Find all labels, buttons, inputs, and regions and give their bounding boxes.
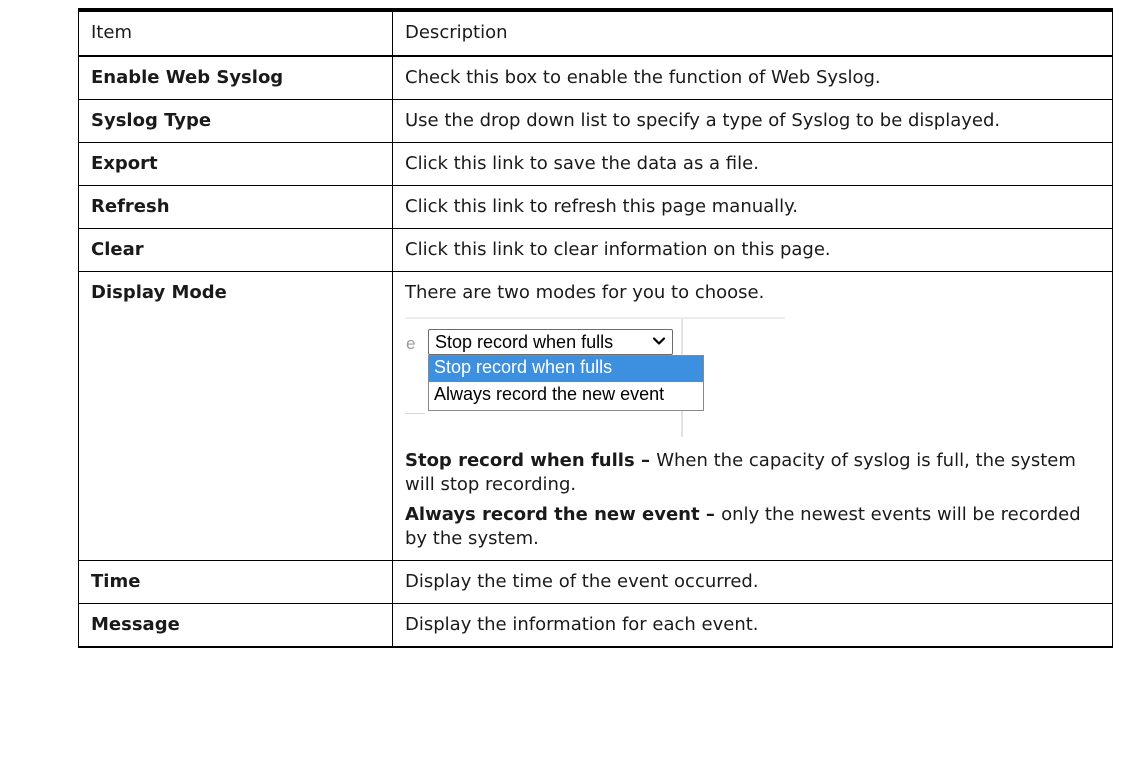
option-stop-record[interactable]: Stop record when fulls bbox=[429, 356, 703, 382]
display-mode-select[interactable]: Stop record when fulls bbox=[428, 329, 673, 355]
display-mode-dropdown-screenshot: e Stop record when fulls Stop record whe… bbox=[405, 315, 785, 441]
dropdown-options-list: Stop record when fulls Always record the… bbox=[428, 355, 704, 411]
chevron-down-icon bbox=[652, 337, 666, 345]
cropped-label-fragment: e bbox=[406, 334, 416, 353]
header-item: Item bbox=[78, 8, 393, 57]
header-description: Description bbox=[392, 8, 1113, 57]
mode-detail-always: Always record the new event – only the n… bbox=[405, 503, 1100, 551]
option-always-record[interactable]: Always record the new event bbox=[429, 383, 703, 409]
description-cell: Display the time of the event occurred. bbox=[392, 560, 1113, 604]
table-row: Clear Click this link to clear informati… bbox=[78, 228, 1113, 272]
item-description-table: Item Description Enable Web Syslog Check… bbox=[78, 8, 1113, 648]
description-cell: Click this link to clear information on … bbox=[392, 228, 1113, 272]
table-row: Enable Web Syslog Check this box to enab… bbox=[78, 56, 1113, 100]
description-cell: Use the drop down list to specify a type… bbox=[392, 99, 1113, 143]
item-cell: Message bbox=[78, 603, 393, 648]
mode-separator: – bbox=[699, 504, 722, 525]
description-cell: Click this link to save the data as a fi… bbox=[392, 142, 1113, 186]
description-cell: Display the information for each event. bbox=[392, 603, 1113, 648]
table-row: Export Click this link to save the data … bbox=[78, 142, 1113, 186]
item-cell: Syslog Type bbox=[78, 99, 393, 143]
item-cell: Enable Web Syslog bbox=[78, 56, 393, 100]
table-row: Display Mode There are two modes for you… bbox=[78, 271, 1113, 561]
mode-term: Stop record when fulls bbox=[405, 450, 635, 471]
mode-separator: – bbox=[634, 450, 657, 471]
description-cell: There are two modes for you to choose. e… bbox=[392, 271, 1113, 561]
item-cell: Refresh bbox=[78, 185, 393, 229]
divider bbox=[405, 317, 785, 319]
mode-detail-stop: Stop record when fulls – When the capaci… bbox=[405, 449, 1100, 497]
mode-term: Always record the new event bbox=[405, 504, 700, 525]
item-cell: Display Mode bbox=[78, 271, 393, 561]
item-cell: Export bbox=[78, 142, 393, 186]
divider bbox=[405, 413, 425, 414]
description-cell: Check this box to enable the function of… bbox=[392, 56, 1113, 100]
table-row: Refresh Click this link to refresh this … bbox=[78, 185, 1113, 229]
item-cell: Time bbox=[78, 560, 393, 604]
table-header-row: Item Description bbox=[78, 8, 1113, 57]
table-row: Syslog Type Use the drop down list to sp… bbox=[78, 99, 1113, 143]
description-cell: Click this link to refresh this page man… bbox=[392, 185, 1113, 229]
table-row: Time Display the time of the event occur… bbox=[78, 560, 1113, 604]
item-cell: Clear bbox=[78, 228, 393, 272]
table-row: Message Display the information for each… bbox=[78, 603, 1113, 648]
select-value: Stop record when fulls bbox=[435, 332, 614, 352]
display-mode-intro: There are two modes for you to choose. bbox=[405, 282, 765, 303]
